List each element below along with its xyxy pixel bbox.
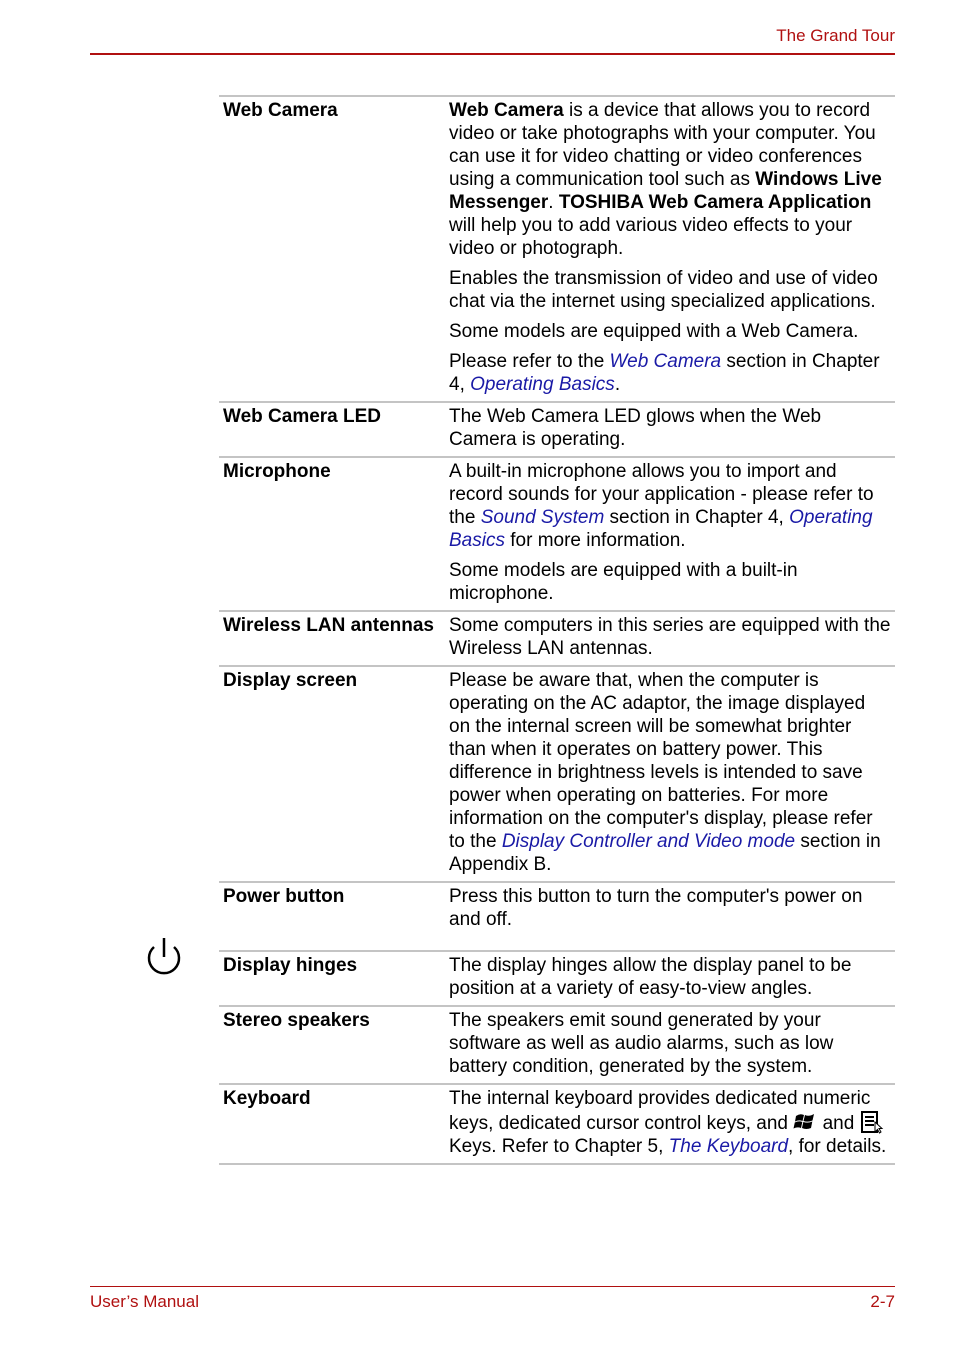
description-paragraph: Enables the transmission of video and us… <box>449 267 891 313</box>
table-row: Display screen Please be aware that, when… <box>219 665 895 881</box>
feature-table: Web Camera Web Camera is a device that al… <box>219 95 895 1165</box>
row-description: A built-in microphone allows you to impo… <box>449 460 895 605</box>
row-term: Web Camera <box>223 100 338 121</box>
text-segment: Press this button to turn the computer's… <box>449 886 863 930</box>
table-row: Power button Press this button to turn th… <box>219 881 895 950</box>
cross-reference-link[interactable]: Web Camera <box>610 351 722 372</box>
table-row: Display hinges The display hinges allow t… <box>219 950 895 1005</box>
text-segment: for more information. <box>504 530 686 551</box>
row-term: Keyboard <box>223 1088 311 1109</box>
text-segment: . <box>548 192 559 213</box>
table-row: Wireless LAN antennas Some computers in t… <box>219 610 895 665</box>
row-term: Web Camera LED <box>223 406 382 427</box>
description-paragraph: A built-in microphone allows you to impo… <box>449 460 891 552</box>
cross-reference-link[interactable]: Sound System <box>481 507 605 528</box>
table-row: Keyboard The internal keyboard provides d… <box>219 1083 895 1165</box>
description-paragraph: Web Camera is a device that allows you t… <box>449 99 891 260</box>
row-description: Some computers in this series are equipp… <box>449 614 895 660</box>
description-paragraph: Some models are equipped with a Web Came… <box>449 320 891 343</box>
footer-manual-title: User’s Manual <box>90 1292 199 1311</box>
description-paragraph: The display hinges allow the display pan… <box>449 954 891 1000</box>
windows-key-icon <box>793 1110 817 1134</box>
text-segment: Please be aware that, when the computer … <box>449 670 873 852</box>
description-paragraph: The Web Camera LED glows when the Web Ca… <box>449 405 891 451</box>
footer-rule <box>90 1286 895 1287</box>
description-paragraph: The internal keyboard provides dedicated… <box>449 1087 891 1158</box>
application-key-icon <box>860 1110 884 1134</box>
page-number: 2-7 <box>870 1292 895 1311</box>
row-term: Microphone <box>223 461 331 482</box>
text-segment: and <box>817 1113 860 1134</box>
text-segment: Some computers in this series are equipp… <box>449 615 891 659</box>
bold-term: Web Camera <box>449 100 564 121</box>
text-segment: The speakers emit sound generated by you… <box>449 1010 834 1077</box>
row-description: The speakers emit sound generated by you… <box>449 1009 895 1078</box>
row-term: Wireless LAN antennas <box>223 615 435 636</box>
row-term: Display hinges <box>223 955 358 976</box>
row-description: The Web Camera LED glows when the Web Ca… <box>449 405 895 451</box>
table-row: Web Camera Web Camera is a device that al… <box>219 95 895 401</box>
header-rule <box>90 53 895 55</box>
table-row: Microphone A built-in microphone allows y… <box>219 456 895 610</box>
text-segment: , for details. <box>788 1136 887 1157</box>
cross-reference-link[interactable]: The Keyboard <box>669 1136 788 1157</box>
cross-reference-link[interactable]: Display Controller and Video mode <box>502 831 795 852</box>
power-icon <box>147 938 181 975</box>
description-paragraph: Press this button to turn the computer's… <box>449 885 891 931</box>
description-paragraph: The speakers emit sound generated by you… <box>449 1009 891 1078</box>
description-paragraph: Please be aware that, when the computer … <box>449 669 891 876</box>
text-segment: . <box>614 374 621 395</box>
row-description: Web Camera is a device that allows you t… <box>449 99 895 396</box>
row-term: Display screen <box>223 670 358 691</box>
text-segment: Keys. Refer to Chapter 5, <box>449 1136 669 1157</box>
text-segment: The Web Camera LED glows when the Web Ca… <box>449 406 822 450</box>
bold-term: TOSHIBA Web Camera Application <box>558 192 872 213</box>
running-header-title: The Grand Tour <box>776 26 895 45</box>
cross-reference-link[interactable]: Operating Basics <box>470 374 615 395</box>
text-segment: will help you to add various video effec… <box>449 215 853 259</box>
row-description: The internal keyboard provides dedicated… <box>449 1087 895 1158</box>
text-segment: Please refer to the <box>449 351 610 372</box>
description-paragraph: Some models are equipped with a built-in… <box>449 559 891 605</box>
text-segment: The display hinges allow the display pan… <box>449 955 852 999</box>
row-term: Power button <box>223 886 345 907</box>
text-segment: Some models are equipped with a built-in… <box>449 560 798 604</box>
text-segment: Enables the transmission of video and us… <box>449 268 878 312</box>
table-row: Stereo speakers The speakers emit sound g… <box>219 1005 895 1083</box>
description-paragraph: Please refer to the Web Camera section i… <box>449 350 891 396</box>
table-row: Web Camera LED The Web Camera LED glows w… <box>219 401 895 456</box>
row-term: Stereo speakers <box>223 1010 370 1031</box>
row-description: The display hinges allow the display pan… <box>449 954 895 1000</box>
text-segment: Some models are equipped with a Web Came… <box>449 321 859 342</box>
description-paragraph: Some computers in this series are equipp… <box>449 614 891 660</box>
row-description: Please be aware that, when the computer … <box>449 669 895 876</box>
text-segment: section in Chapter 4, <box>604 507 790 528</box>
row-description: Press this button to turn the computer's… <box>449 885 895 945</box>
